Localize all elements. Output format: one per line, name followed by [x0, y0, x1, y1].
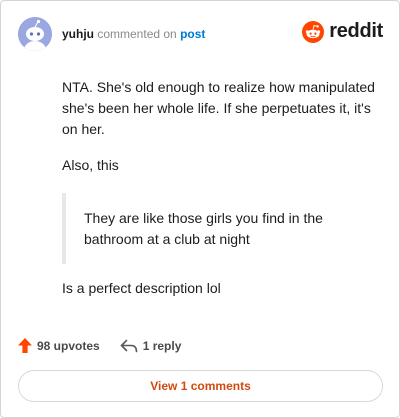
action-text: commented on	[97, 27, 177, 41]
avatar[interactable]	[18, 17, 52, 51]
reddit-wordmark: reddit	[329, 20, 383, 42]
replies-label: 1 reply	[142, 338, 182, 353]
comment-paragraph: Is a perfect description lol	[62, 280, 221, 296]
view-comments-button[interactable]: View 1 comments	[18, 370, 383, 402]
comment-paragraph: NTA. She's old enough to realize how man…	[62, 79, 375, 137]
username[interactable]: yuhju	[62, 27, 94, 41]
upvotes-label: 98 upvotes	[37, 338, 100, 353]
comment-header: yuhju commented on post	[18, 17, 205, 51]
blockquote: They are like those girls you find in th…	[62, 193, 382, 264]
comment-card: yuhju commented on post reddit NTA. She'…	[0, 0, 400, 418]
upvote-arrow-icon	[18, 338, 32, 353]
replies[interactable]: 1 reply	[120, 338, 182, 353]
reddit-logo[interactable]: reddit	[302, 20, 383, 43]
default-avatar-icon	[18, 17, 52, 51]
comment-meta: yuhju commented on post	[62, 27, 205, 41]
reddit-snoo-icon	[302, 20, 325, 43]
post-link[interactable]: post	[180, 27, 205, 41]
comment-body: NTA. She's old enough to realize how man…	[62, 77, 382, 299]
reply-arrow-icon	[120, 339, 138, 352]
comment-footer: 98 upvotes 1 reply	[18, 338, 181, 353]
upvotes[interactable]: 98 upvotes	[18, 338, 100, 353]
comment-paragraph: Also, this	[62, 157, 119, 173]
